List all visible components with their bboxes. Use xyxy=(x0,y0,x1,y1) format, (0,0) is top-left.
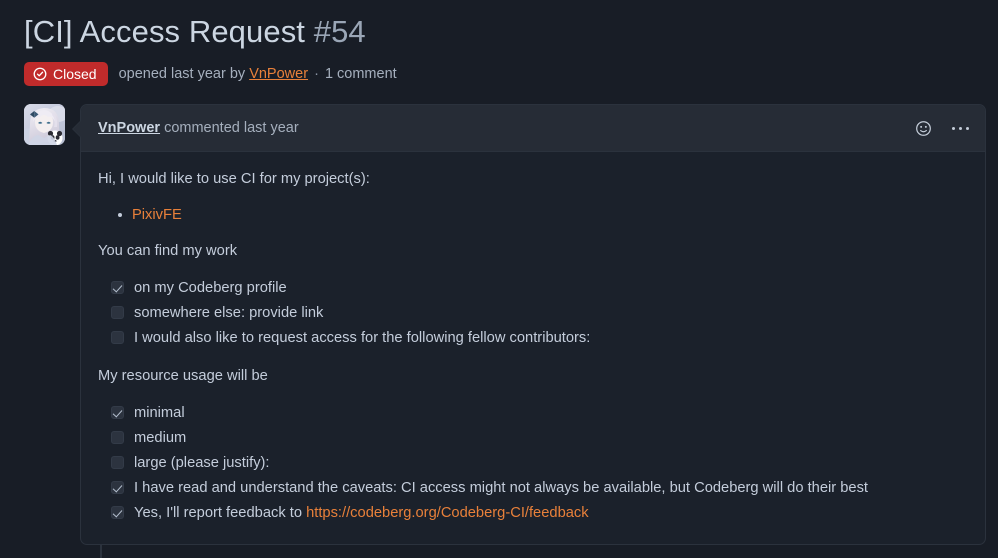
comment-author-link[interactable]: VnPower xyxy=(98,120,160,136)
check-circle-icon xyxy=(33,67,47,81)
issue-header: [CI] Access Request #54 Closed opened la… xyxy=(0,0,998,87)
status-badge-label: Closed xyxy=(53,66,97,83)
project-link[interactable]: PixivFE xyxy=(132,207,182,223)
task-checkbox-checked[interactable] xyxy=(111,506,124,520)
task-checkbox-unchecked[interactable] xyxy=(111,331,124,345)
task-label: on my Codeberg profile xyxy=(134,280,287,297)
list-item: I would also like to request access for … xyxy=(111,326,968,351)
comment-header: VnPower commented last year xyxy=(81,105,985,153)
list-item: somewhere else: provide link xyxy=(111,301,968,326)
issue-opened-info: opened last year by VnPower · 1 comment xyxy=(119,66,397,82)
list-item: large (please justify): xyxy=(111,451,968,476)
issue-timeline: VnPower commented last year Hi, I would … xyxy=(0,104,998,558)
comment-card: VnPower commented last year Hi, I would … xyxy=(72,104,986,546)
task-label: minimal xyxy=(134,405,185,422)
usage-heading: My resource usage will be xyxy=(98,368,268,385)
issue-title-text: [CI] Access Request xyxy=(24,14,306,49)
task-checkbox-checked[interactable] xyxy=(111,281,124,295)
comment-actions xyxy=(915,120,972,137)
list-item: minimal xyxy=(111,401,968,426)
list-item: medium xyxy=(111,426,968,451)
issue-number: #54 xyxy=(313,14,366,49)
status-badge: Closed xyxy=(24,62,108,87)
issue-author-link[interactable]: VnPower xyxy=(249,66,308,82)
comment-body: Hi, I would like to use CI for my projec… xyxy=(81,152,985,544)
task-label: I would also like to request access for … xyxy=(134,330,591,347)
comment-count: 1 comment xyxy=(324,66,397,83)
page-title: [CI] Access Request #54 xyxy=(24,12,998,52)
task-label: I have read and understand the caveats: … xyxy=(134,480,868,497)
comment-action-text: commented last year xyxy=(164,120,299,137)
task-checkbox-unchecked[interactable] xyxy=(111,306,124,320)
task-label: somewhere else: provide link xyxy=(134,305,324,322)
list-item: Yes, I'll report feedback to https://cod… xyxy=(111,501,968,526)
task-label: medium xyxy=(134,430,187,447)
smiley-face-icon[interactable] xyxy=(915,120,932,137)
task-label: large (please justify): xyxy=(134,455,270,472)
task-checkbox-unchecked[interactable] xyxy=(111,456,124,470)
work-task-list: on my Codeberg profile somewhere else: p… xyxy=(98,276,968,351)
meta-separator: · xyxy=(314,66,319,83)
feedback-url-link[interactable]: https://codeberg.org/Codeberg-CI/feedbac… xyxy=(306,505,589,521)
task-label: Yes, I'll report feedback to xyxy=(134,505,307,522)
comment-pointer-arrow xyxy=(72,120,81,139)
task-checkbox-checked[interactable] xyxy=(111,406,124,420)
list-item: on my Codeberg profile xyxy=(111,276,968,301)
issue-meta: Closed opened last year by VnPower · 1 c… xyxy=(24,62,998,87)
comment-item: VnPower commented last year Hi, I would … xyxy=(24,104,998,546)
project-list: PixivFE xyxy=(98,204,968,226)
task-checkbox-checked[interactable] xyxy=(111,481,124,495)
usage-task-list: minimal medium large (please justify): I… xyxy=(98,401,968,526)
work-heading: You can find my work xyxy=(98,243,238,260)
comment-byline: VnPower commented last year xyxy=(98,120,299,136)
kebab-menu-icon[interactable] xyxy=(950,121,972,137)
avatar[interactable] xyxy=(24,104,65,146)
task-checkbox-unchecked[interactable] xyxy=(111,431,124,445)
comment-intro-paragraph: Hi, I would like to use CI for my projec… xyxy=(98,171,370,188)
opened-text: opened last year by xyxy=(118,66,246,83)
list-item: I have read and understand the caveats: … xyxy=(111,476,968,501)
list-item: PixivFE xyxy=(118,204,968,226)
